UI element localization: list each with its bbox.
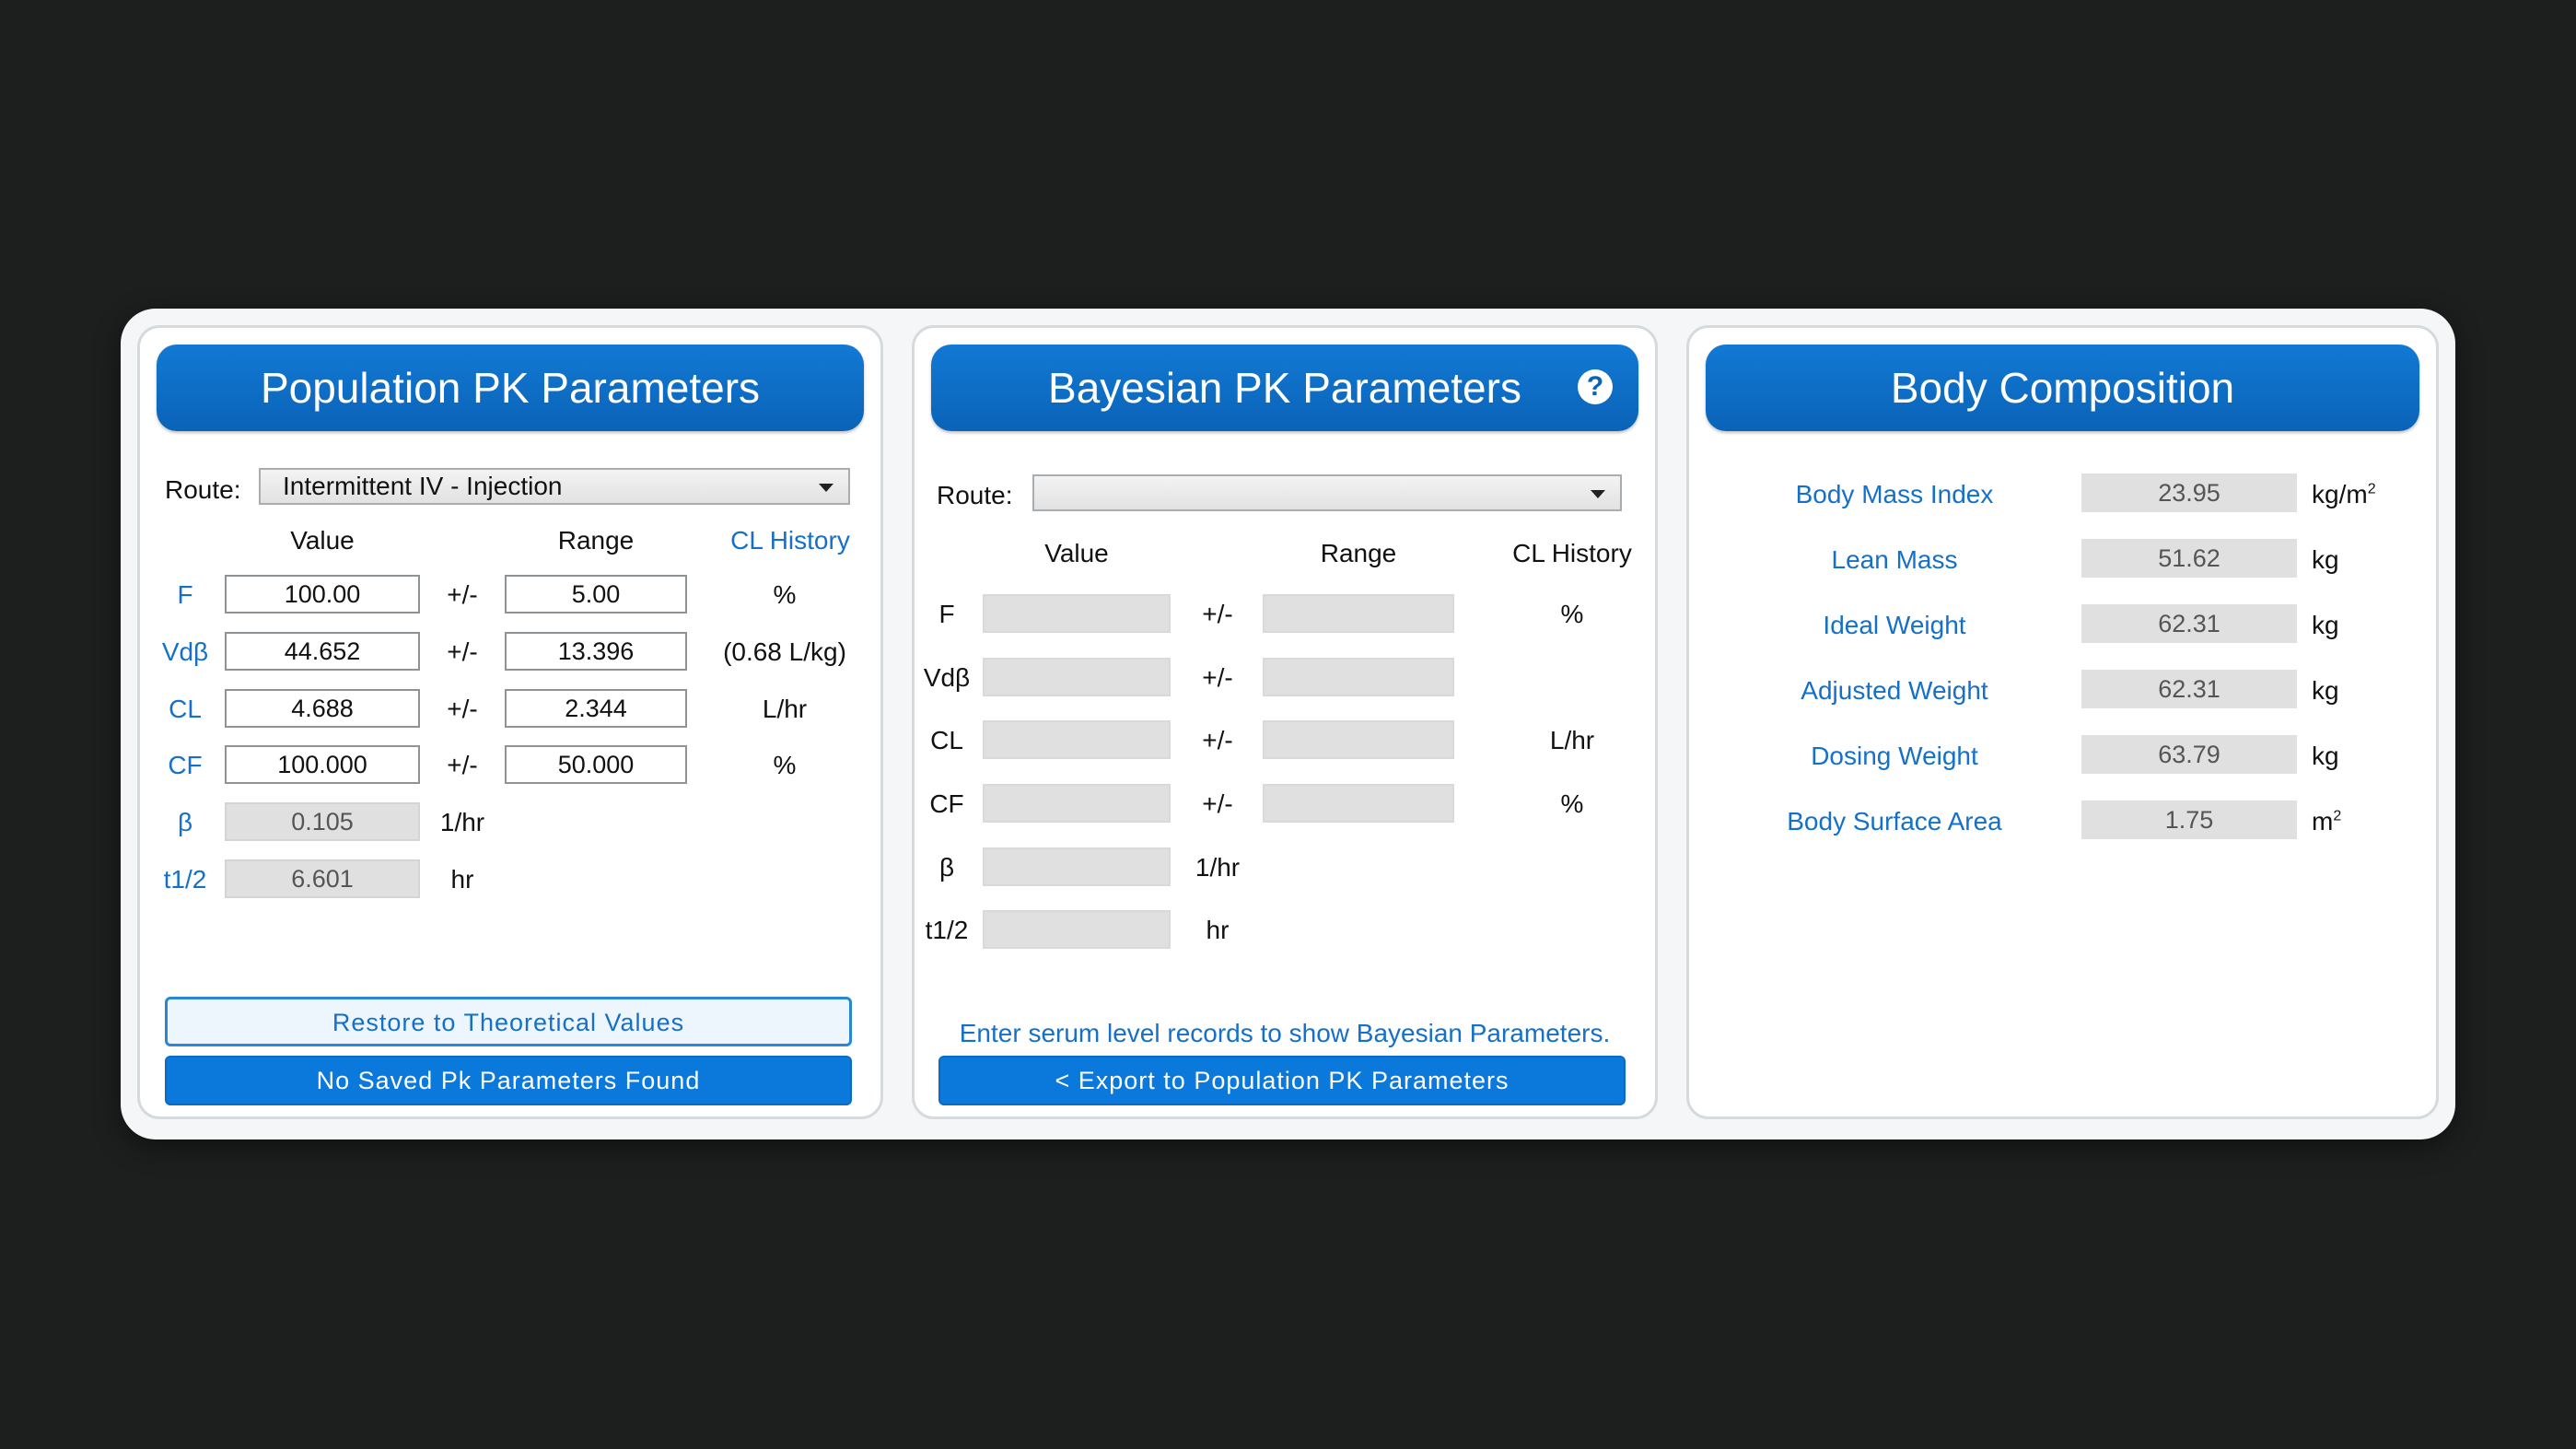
plus-minus-label: +/- (447, 580, 478, 609)
cf-unit: % (773, 751, 797, 779)
param-label-cf: CF (929, 789, 964, 818)
param-label-beta: β (177, 808, 193, 836)
vdb-unit: (0.68 L/kg) (723, 637, 846, 666)
param-label-cl: CL (169, 695, 202, 723)
plus-minus-label: +/- (1202, 726, 1233, 754)
bmi-unit: kg/m2 (2312, 480, 2376, 508)
ideal-weight-value: 62.31 (2081, 604, 2297, 643)
param-label-f: F (938, 600, 955, 628)
chevron-down-icon (819, 484, 833, 492)
bayes-half-life-value-field (983, 910, 1171, 949)
bmi-label: Body Mass Index (1795, 480, 1994, 508)
cl-history-column-header: CL History (1512, 539, 1632, 567)
bayesian-pk-title: Bayesian PK Parameters (1048, 364, 1521, 412)
ideal-weight-unit: kg (2312, 611, 2339, 639)
bmi-value: 23.95 (2081, 473, 2297, 512)
range-column-header: Range (1320, 539, 1397, 567)
plus-minus-label: +/- (1202, 600, 1233, 628)
dosing-weight-value: 63.79 (2081, 735, 2297, 774)
pk-dashboard-card: Population PK Parameters Route: Intermit… (121, 309, 2455, 1139)
value-column-header: Value (1044, 539, 1109, 567)
beta-value-field: 0.105 (225, 802, 420, 841)
param-label-cf: CF (168, 751, 203, 779)
beta-unit: 1/hr (439, 808, 485, 836)
adjusted-weight-unit: kg (2312, 676, 2339, 705)
param-label-cl: CL (930, 726, 963, 754)
saved-pk-parameters-button[interactable]: No Saved Pk Parameters Found (165, 1056, 852, 1105)
dosing-weight-label: Dosing Weight (1811, 742, 1978, 770)
bayes-f-value-field (983, 594, 1171, 633)
bayesian-pk-panel: Bayesian PK Parameters ? Route: Value Ra… (912, 325, 1658, 1119)
bayes-beta-unit: 1/hr (1195, 853, 1241, 882)
bayesian-hint-text: Enter serum level records to show Bayesi… (959, 1019, 1611, 1047)
ideal-weight-label: Ideal Weight (1823, 611, 1966, 639)
route-select-value: Intermittent IV - Injection (283, 472, 563, 500)
bsa-label: Body Surface Area (1787, 807, 2002, 836)
bayesian-pk-header: Bayesian PK Parameters ? (931, 345, 1638, 431)
plus-minus-label: +/- (447, 637, 478, 666)
bayes-cl-value-field (983, 720, 1171, 759)
help-icon[interactable]: ? (1578, 369, 1613, 404)
adjusted-weight-value: 62.31 (2081, 670, 2297, 708)
plus-minus-label: +/- (1202, 789, 1233, 818)
plus-minus-label: +/- (447, 751, 478, 779)
bayes-cl-range-field (1263, 720, 1454, 759)
bayes-vdb-value-field (983, 658, 1171, 696)
param-label-half-life: t1/2 (163, 865, 207, 894)
route-label: Route: (937, 481, 1013, 509)
cl-history-link[interactable]: CL History (711, 526, 869, 555)
lean-mass-value: 51.62 (2081, 539, 2297, 578)
bayes-f-range-field (1263, 594, 1454, 633)
bayes-cl-unit: L/hr (1549, 726, 1595, 754)
bayes-f-unit: % (1560, 600, 1584, 628)
restore-theoretical-button[interactable]: Restore to Theoretical Values (165, 997, 852, 1046)
route-label: Route: (165, 475, 241, 504)
body-composition-title: Body Composition (1706, 345, 2419, 431)
export-to-population-button[interactable]: < Export to Population PK Parameters (938, 1056, 1626, 1105)
bayes-cf-range-field (1263, 784, 1454, 823)
plus-minus-label: +/- (447, 695, 478, 723)
population-pk-panel: Population PK Parameters Route: Intermit… (137, 325, 883, 1119)
cf-range-input[interactable]: 50.000 (505, 745, 687, 784)
half-life-unit: hr (450, 865, 474, 894)
bayesian-route-select[interactable] (1032, 474, 1622, 511)
adjusted-weight-label: Adjusted Weight (1801, 676, 1988, 705)
bsa-value: 1.75 (2081, 800, 2297, 839)
param-label-vdb: Vdβ (923, 663, 971, 692)
body-composition-panel: Body Composition Body Mass Index 23.95 k… (1686, 325, 2439, 1119)
bayes-cf-value-field (983, 784, 1171, 823)
param-label-half-life: t1/2 (925, 916, 969, 944)
value-column-header: Value (290, 526, 355, 555)
dosing-weight-unit: kg (2312, 742, 2339, 770)
cl-unit: L/hr (762, 695, 808, 723)
f-value-input[interactable]: 100.00 (225, 575, 420, 613)
cl-range-input[interactable]: 2.344 (505, 689, 687, 728)
lean-mass-unit: kg (2312, 545, 2339, 574)
population-pk-title: Population PK Parameters (157, 345, 864, 431)
lean-mass-label: Lean Mass (1831, 545, 1958, 574)
bayes-vdb-range-field (1263, 658, 1454, 696)
f-unit: % (773, 580, 797, 609)
bsa-unit: m2 (2312, 807, 2342, 836)
cl-value-input[interactable]: 4.688 (225, 689, 420, 728)
bayes-half-life-unit: hr (1206, 916, 1230, 944)
range-column-header: Range (557, 526, 635, 555)
f-range-input[interactable]: 5.00 (505, 575, 687, 613)
plus-minus-label: +/- (1202, 663, 1233, 692)
vdb-range-input[interactable]: 13.396 (505, 632, 687, 671)
bayes-cf-unit: % (1560, 789, 1584, 818)
vdb-value-input[interactable]: 44.652 (225, 632, 420, 671)
cf-value-input[interactable]: 100.000 (225, 745, 420, 784)
param-label-vdb: Vdβ (161, 637, 209, 666)
chevron-down-icon (1591, 490, 1605, 498)
param-label-beta: β (938, 853, 955, 882)
half-life-value-field: 6.601 (225, 859, 420, 898)
route-select[interactable]: Intermittent IV - Injection (259, 468, 850, 505)
param-label-f: F (177, 580, 193, 609)
bayes-beta-value-field (983, 847, 1171, 886)
